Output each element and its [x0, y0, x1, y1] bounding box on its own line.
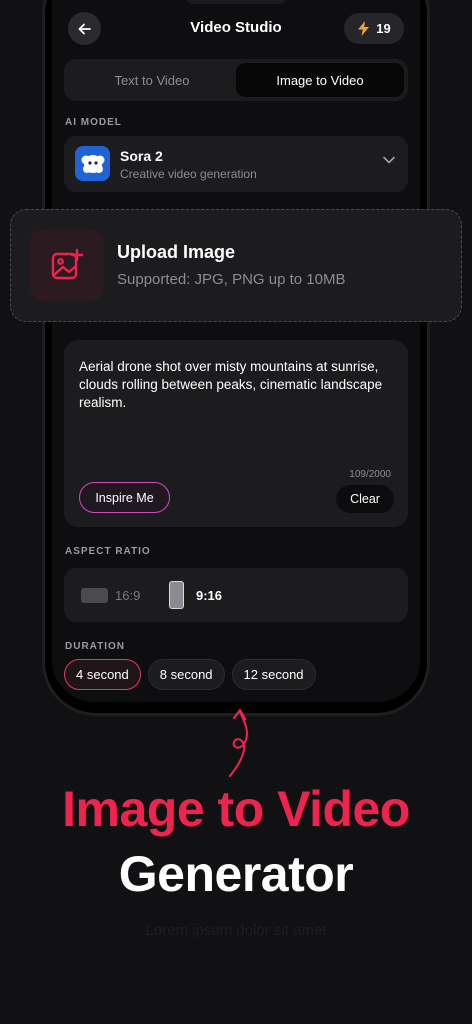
- credits-badge[interactable]: 19: [344, 13, 404, 44]
- tab-image-to-video[interactable]: Image to Video: [236, 63, 404, 97]
- mode-tabs: Text to Video Image to Video: [64, 59, 408, 101]
- duration-option-8[interactable]: 8 second: [147, 659, 225, 690]
- duration-option-12[interactable]: 12 second: [231, 659, 316, 690]
- promo-headline-line1: Image to Video: [62, 781, 410, 837]
- tab-text-to-video[interactable]: Text to Video: [68, 63, 236, 97]
- dynamic-island: [186, 0, 286, 4]
- credits-count: 19: [376, 21, 391, 36]
- portrait-ratio-icon[interactable]: [169, 581, 184, 609]
- promo-headline-line2: Generator: [118, 846, 354, 902]
- duration-label: DURATION: [65, 641, 126, 652]
- model-description: Creative video generation: [120, 167, 257, 181]
- ratio-option-16-9[interactable]: 16:9: [115, 588, 140, 603]
- prompt-box: Aerial drone shot over misty mountains a…: [64, 340, 408, 527]
- prompt-textarea[interactable]: Aerial drone shot over misty mountains a…: [79, 358, 395, 412]
- landscape-ratio-icon[interactable]: [81, 588, 108, 603]
- lightning-icon: [358, 21, 370, 36]
- ratio-option-9-16[interactable]: 9:16: [196, 588, 222, 603]
- aspect-ratio-selector: 16:9 9:16: [64, 568, 408, 622]
- curly-arrow-icon: [229, 708, 248, 777]
- clear-button[interactable]: Clear: [336, 485, 394, 513]
- upload-image-dropzone[interactable]: Upload Image Supported: JPG, PNG up to 1…: [10, 209, 462, 322]
- upload-title: Upload Image: [117, 242, 236, 262]
- character-counter: 109/2000: [349, 469, 391, 480]
- image-plus-icon: [30, 229, 104, 301]
- upload-subtitle: Supported: JPG, PNG up to 10MB: [117, 271, 346, 288]
- chevron-down-icon: [383, 156, 395, 164]
- model-selector[interactable]: Sora 2 Creative video generation: [64, 136, 408, 192]
- duration-options: 4 second 8 second 12 second: [64, 659, 316, 690]
- duration-option-4[interactable]: 4 second: [64, 659, 141, 690]
- model-logo-icon: [75, 146, 110, 181]
- inspire-me-button[interactable]: Inspire Me: [79, 482, 170, 513]
- promo-tagline: Lorem ipsum dolor sit amet: [145, 922, 327, 939]
- aspect-ratio-label: ASPECT RATIO: [65, 546, 151, 557]
- header: Video Studio 19: [68, 12, 404, 46]
- model-name: Sora 2: [120, 148, 163, 164]
- ai-model-label: AI MODEL: [65, 117, 122, 128]
